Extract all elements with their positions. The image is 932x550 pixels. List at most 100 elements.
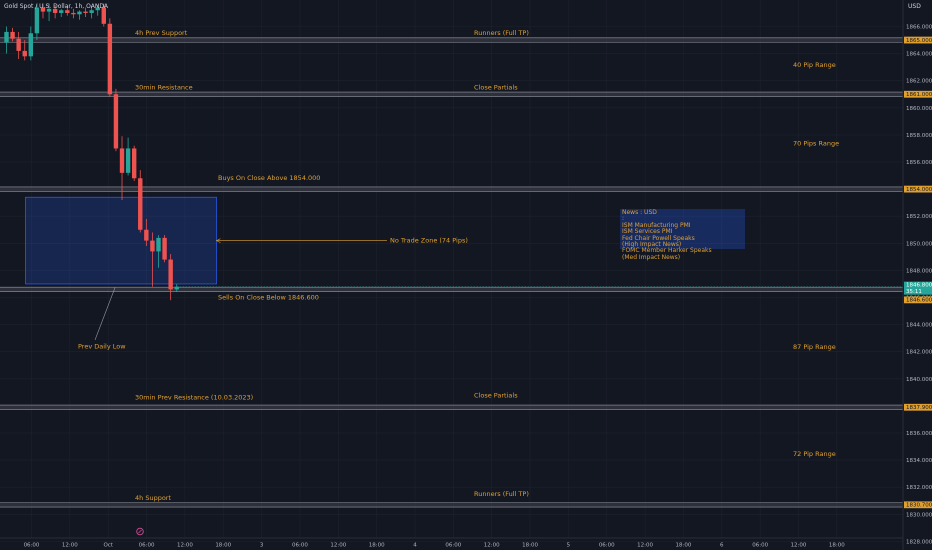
- time-tick-label: 18:00: [676, 543, 692, 549]
- level-label-left: 30min Prev Resistance (10.03.2023): [135, 393, 253, 401]
- time-tick-label: Oct: [103, 543, 113, 549]
- candle-body: [131, 148, 137, 179]
- price-axis[interactable]: 1866.000 1864.000 1862.000 1860.000 1858.000…: [902, 0, 932, 550]
- zone-rect: [25, 196, 217, 285]
- candle-body: [138, 178, 143, 230]
- level-label-right: Runners (Full TP): [474, 490, 529, 498]
- time-tick-label: 6: [720, 543, 724, 549]
- price-tick-label: 1842.000: [906, 350, 932, 356]
- time-tick-label: 06:00: [752, 543, 768, 549]
- level-band: [0, 92, 903, 97]
- range-label: 40 Pip Range: [793, 61, 836, 69]
- level-label-right: Close Partials: [474, 391, 518, 399]
- time-tick-label: 18:00: [369, 543, 385, 549]
- level-band: [0, 287, 903, 292]
- level-label-left: 4h Prev Support: [135, 29, 188, 37]
- candle-body: [16, 38, 21, 51]
- price-tick-label: 1850.000: [906, 241, 932, 247]
- range-label: 87 Pip Range: [793, 343, 836, 351]
- candle-body: [174, 286, 179, 290]
- level-label-left: 4h Support: [135, 494, 171, 502]
- event-icon[interactable]: [136, 527, 144, 536]
- annotations: Prev Daily Low: [78, 287, 126, 351]
- zone-label: No Trade Zone (74 Pips): [390, 237, 468, 245]
- news-box: News : USD : ISM Manufacturing PMI ISM S…: [620, 209, 745, 261]
- candle-body: [162, 237, 167, 260]
- level-band: [0, 405, 903, 410]
- level-label-left: Sells On Close Below 1846.600: [218, 293, 319, 301]
- candle-body: [71, 12, 76, 15]
- price-tick-label: 1848.000: [906, 268, 932, 274]
- candle-body: [144, 229, 149, 241]
- candle-body: [83, 11, 88, 13]
- price-tag-level-text: 1846.600: [906, 298, 932, 304]
- no-trade-zone: No Trade Zone (74 Pips): [25, 196, 468, 285]
- time-tick-label: 06:00: [139, 543, 155, 549]
- time-tick-label: 06:00: [24, 543, 40, 549]
- price-tag-level-text: 1830.700: [906, 503, 932, 509]
- candle-body: [150, 240, 155, 252]
- candle-body: [168, 259, 173, 290]
- price-tick-label: 1852.000: [906, 214, 932, 220]
- candle-body: [113, 94, 119, 149]
- time-tick-label: 06:00: [599, 543, 615, 549]
- range-label: 70 Pips Range: [793, 140, 839, 148]
- candle-body: [4, 31, 9, 43]
- level-band: [0, 37, 903, 43]
- time-tick-label: 12:00: [637, 543, 653, 549]
- time-tick-label: 06:00: [292, 543, 308, 549]
- news-item: (Med Impact News): [622, 253, 681, 261]
- price-tag-level-text: 1854.000: [906, 187, 932, 193]
- chart-canvas[interactable]: No Trade Zone (74 Pips) 4h Prev Support R…: [0, 0, 932, 550]
- time-tick-label: 12:00: [791, 543, 807, 549]
- time-tick-label: 18:00: [522, 543, 538, 549]
- currency-label[interactable]: USD: [908, 3, 921, 10]
- price-tick-label: 1836.000: [906, 431, 932, 437]
- price-tick-label: 1856.000: [906, 160, 932, 166]
- last-price-tag-text: 1846.800: [906, 283, 932, 289]
- price-tick-label: 1844.000: [906, 323, 932, 329]
- candle-body: [59, 10, 64, 13]
- time-tick-label: 12:00: [484, 543, 500, 549]
- range-label: 72 Pip Range: [793, 450, 836, 458]
- news-header: News : USD :: [622, 209, 657, 223]
- countdown-tag-text: 35:11: [906, 289, 922, 295]
- candle-body: [77, 11, 82, 15]
- candle-body: [125, 148, 131, 173]
- annotation-line: [94, 287, 116, 341]
- candle-body: [34, 7, 40, 34]
- price-tick-label: 1834.000: [906, 458, 932, 464]
- level-label-left: Buys On Close Above 1854.000: [218, 174, 320, 182]
- time-axis[interactable]: 06:00 12:00 Oct 06:00 12:00 18:00 3 06:00 12:00 1…: [0, 537, 903, 549]
- chart-title: Gold Spot / U.S. Dollar, 1h, OANDA: [4, 3, 108, 10]
- level-label-right: Close Partials: [474, 83, 518, 91]
- time-tick-label: 12:00: [177, 543, 193, 549]
- level-label-left: 30min Resistance: [135, 83, 193, 91]
- event-icon-stroke: [138, 529, 142, 534]
- price-tag-level-text: 1861.000: [906, 92, 932, 98]
- time-tick-label: 18:00: [829, 543, 845, 549]
- price-tick-label: 1828.000: [906, 539, 932, 545]
- price-tick-label: 1864.000: [906, 52, 932, 58]
- time-tick-label: 3: [260, 543, 264, 549]
- price-tick-label: 1830.000: [906, 512, 932, 518]
- candle-body: [28, 33, 34, 57]
- price-tick-label: 1866.000: [906, 25, 932, 31]
- level-label-right: Runners (Full TP): [474, 29, 529, 37]
- time-tick-label: 18:00: [215, 543, 231, 549]
- time-tick-label: 5: [567, 543, 571, 549]
- time-tick-label: 4: [413, 543, 417, 549]
- price-tag-level-text: 1865.000: [906, 38, 932, 44]
- candle-body: [156, 237, 161, 252]
- news-items: ISM Manufacturing PMI ISM Services PMI F…: [622, 222, 712, 261]
- candle-body: [22, 50, 27, 57]
- price-tick-label: 1862.000: [906, 79, 932, 85]
- time-tick-label: 06:00: [445, 543, 461, 549]
- candle-body: [65, 10, 70, 13]
- candle-body: [119, 148, 125, 173]
- candle-body: [107, 23, 113, 95]
- level-band: [0, 186, 903, 192]
- time-tick-label: 12:00: [330, 543, 346, 549]
- candle-body: [10, 31, 15, 39]
- price-tick-label: 1840.000: [906, 377, 932, 383]
